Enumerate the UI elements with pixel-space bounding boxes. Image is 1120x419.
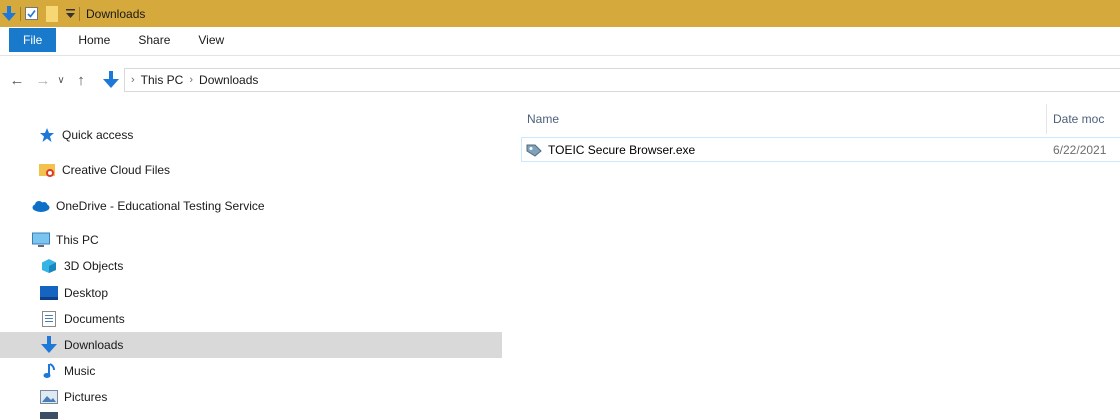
forward-arrow-icon[interactable]: → — [32, 70, 54, 92]
nav-item-creative-cloud[interactable]: Creative Cloud Files — [0, 157, 502, 183]
title-bar: Downloads — [0, 0, 1120, 27]
3d-objects-icon — [40, 257, 58, 275]
title-separator — [79, 6, 80, 21]
properties-checkbox-icon[interactable] — [25, 0, 38, 27]
nav-item-pictures[interactable]: Pictures — [0, 384, 502, 410]
nav-item-documents[interactable]: Documents — [0, 306, 502, 332]
recent-locations-chevron-icon[interactable]: ∨ — [54, 70, 68, 92]
exe-tag-icon — [526, 143, 542, 157]
nav-item-onedrive[interactable]: OneDrive - Educational Testing Service — [0, 193, 502, 219]
nav-item-label: Quick access — [62, 128, 134, 142]
nav-item-label: Creative Cloud Files — [62, 163, 171, 177]
nav-item-music[interactable]: Music — [0, 358, 502, 384]
address-bar[interactable]: › This PC › Downloads — [103, 68, 1120, 92]
new-folder-icon[interactable] — [46, 0, 58, 27]
nav-item-downloads[interactable]: Downloads — [0, 332, 502, 358]
file-date: 6/22/2021 — [1053, 142, 1107, 157]
file-list: Name Date moc TOEIC Secure Browser.exe 6… — [510, 100, 1120, 419]
quick-access-dropdown-icon[interactable] — [66, 0, 75, 27]
ribbon-tabs: File Home Share View — [0, 27, 1120, 56]
this-pc-icon — [32, 231, 50, 249]
downloads-arrow-icon — [103, 71, 119, 89]
desktop-icon — [40, 284, 58, 302]
nav-item-label: Pictures — [64, 390, 108, 404]
documents-icon — [40, 310, 58, 328]
nav-item-label: Music — [64, 364, 96, 378]
window-title: Downloads — [86, 6, 146, 21]
title-separator — [20, 6, 21, 21]
tab-file[interactable]: File — [9, 28, 57, 52]
up-arrow-icon[interactable]: ↑ — [70, 70, 92, 92]
back-arrow-icon[interactable]: ← — [6, 70, 28, 92]
onedrive-cloud-icon — [32, 197, 50, 215]
breadcrumb-downloads[interactable]: Downloads — [199, 73, 258, 87]
navigation-bar: ← → ∨ ↑ › This PC › Downloads — [0, 66, 1120, 95]
pictures-icon — [40, 388, 58, 406]
breadcrumb-chevron-icon: › — [131, 74, 135, 86]
nav-item-label: OneDrive - Educational Testing Service — [56, 199, 265, 213]
column-divider[interactable] — [1046, 104, 1047, 134]
downloads-arrow-icon — [2, 0, 16, 27]
nav-item-label: This PC — [56, 233, 99, 247]
nav-item-label: 3D Objects — [64, 259, 124, 273]
star-icon — [38, 126, 56, 144]
column-header-date[interactable]: Date moc — [1053, 106, 1104, 132]
nav-item-partial — [0, 410, 502, 419]
nav-item-label: Downloads — [64, 338, 124, 352]
tab-share[interactable]: Share — [124, 28, 184, 52]
nav-item-desktop[interactable]: Desktop — [0, 280, 502, 306]
nav-item-quick-access[interactable]: Quick access — [0, 122, 502, 148]
music-note-icon — [40, 362, 58, 380]
tab-home[interactable]: Home — [64, 28, 124, 52]
nav-item-3d-objects[interactable]: 3D Objects — [0, 253, 502, 279]
navigation-pane: Quick access Creative Cloud Files OneDri… — [0, 110, 502, 419]
creative-cloud-folder-icon — [38, 161, 56, 179]
nav-item-this-pc[interactable]: This PC — [0, 227, 502, 253]
file-name: TOEIC Secure Browser.exe — [548, 142, 696, 157]
breadcrumb-chevron-icon: › — [189, 74, 194, 86]
nav-item-label: Desktop — [64, 286, 109, 300]
nav-item-label: Documents — [64, 312, 125, 326]
downloads-arrow-icon — [40, 336, 58, 354]
tab-view[interactable]: View — [184, 28, 238, 52]
videos-icon — [40, 410, 58, 419]
table-row[interactable]: TOEIC Secure Browser.exe 6/22/2021 — [521, 137, 1120, 162]
column-header-name[interactable]: Name — [527, 106, 559, 132]
breadcrumb-this-pc[interactable]: This PC — [141, 73, 184, 87]
